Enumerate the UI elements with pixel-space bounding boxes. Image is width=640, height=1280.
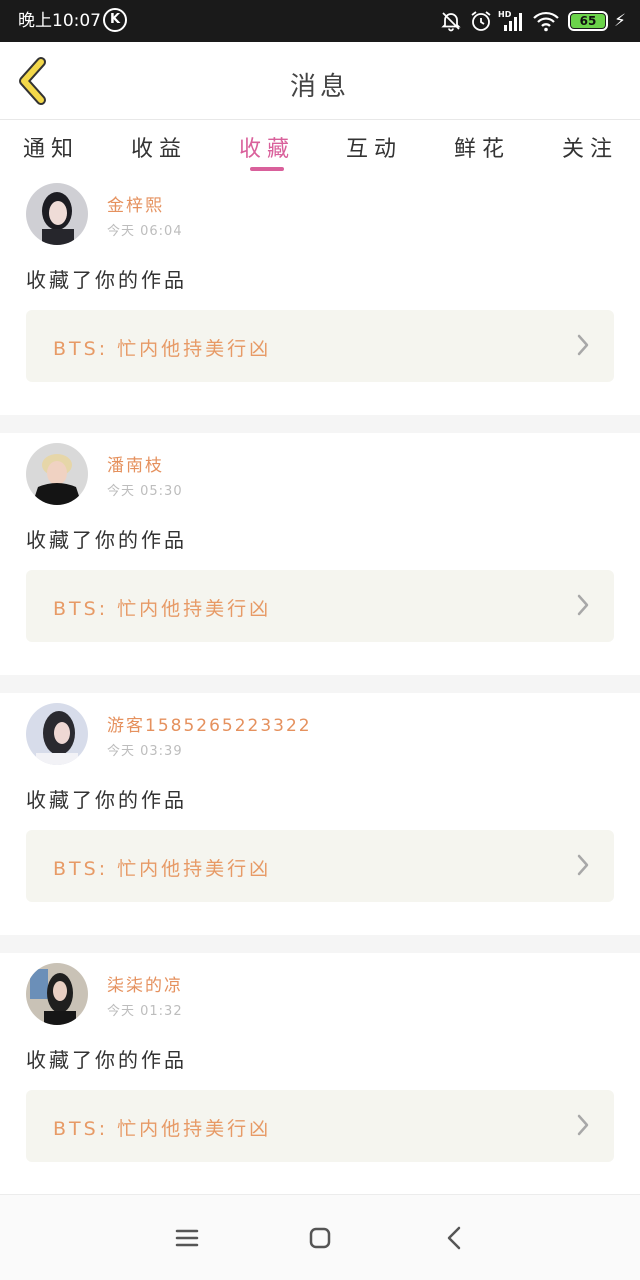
menu-icon [175,1229,199,1247]
avatar[interactable] [26,703,88,765]
tab-follows[interactable]: 关注 [545,131,635,163]
divider [0,415,640,433]
wifi-icon [533,11,559,32]
username[interactable]: 金梓熙 [107,191,164,216]
action-text: 收藏了你的作品 [26,268,187,292]
divider [0,935,640,953]
back-icon [447,1226,461,1250]
mute-bell-icon [441,12,461,32]
battery-level: 65 [571,14,605,28]
work-title: BTS: 忙内他持美行凶 [53,858,272,880]
tab-bar: 通知 收益 收藏 互动 鲜花 关注 [0,121,640,173]
svg-text:HD: HD [498,10,512,19]
work-link[interactable]: BTS: 忙内他持美行凶 [26,310,614,382]
page-title: 消息 [289,72,350,102]
list-item: 游客1585265223322 今天 03:39 收藏了你的作品 BTS: 忙内… [0,693,640,935]
action-text: 收藏了你的作品 [26,528,187,552]
timestamp: 今天 03:39 [107,744,183,759]
avatar[interactable] [26,443,88,505]
chevron-right-icon [577,334,589,356]
tab-favorites[interactable]: 收藏 [222,131,312,163]
app-badge-icon: K [103,8,127,32]
system-nav-bar [0,1194,640,1280]
timestamp: 今天 01:32 [107,1004,183,1019]
list-item: 柒柒的凉 今天 01:32 收藏了你的作品 BTS: 忙内他持美行凶 [0,953,640,1195]
action-text: 收藏了你的作品 [26,1048,187,1072]
action-text: 收藏了你的作品 [26,788,187,812]
header: 消息 [0,42,640,120]
home-icon [309,1227,331,1249]
username[interactable]: 游客1585265223322 [107,711,312,736]
work-title: BTS: 忙内他持美行凶 [53,338,272,360]
work-title: BTS: 忙内他持美行凶 [53,1118,272,1140]
divider [0,675,640,693]
tab-notifications[interactable]: 通知 [6,131,96,163]
tab-interactions[interactable]: 互动 [329,131,419,163]
chevron-right-icon [577,1114,589,1136]
work-link[interactable]: BTS: 忙内他持美行凶 [26,570,614,642]
chevron-right-icon [577,854,589,876]
list-item: 潘南枝 今天 05:30 收藏了你的作品 BTS: 忙内他持美行凶 [0,433,640,675]
home-button[interactable] [305,1223,335,1253]
tab-flowers[interactable]: 鲜花 [437,131,527,163]
timestamp: 今天 06:04 [107,224,183,239]
battery-icon: 65 [568,11,608,31]
tab-earnings[interactable]: 收益 [114,131,204,163]
avatar[interactable] [26,963,88,1025]
chevron-right-icon [577,594,589,616]
list-item: 金梓熙 今天 06:04 收藏了你的作品 BTS: 忙内他持美行凶 [0,173,640,415]
status-bar: 晚上10:07 K HD 65 ⚡ [0,0,640,42]
avatar[interactable] [26,183,88,245]
work-link[interactable]: BTS: 忙内他持美行凶 [26,830,614,902]
username[interactable]: 柒柒的凉 [107,971,183,996]
signal-hd-icon: HD [498,10,522,31]
timestamp: 今天 05:30 [107,484,183,499]
menu-button[interactable] [172,1223,202,1253]
work-link[interactable]: BTS: 忙内他持美行凶 [26,1090,614,1162]
alarm-icon [471,11,491,31]
status-time: 晚上10:07 [18,11,101,31]
system-back-button[interactable] [440,1223,470,1253]
active-tab-indicator [250,167,284,171]
username[interactable]: 潘南枝 [107,451,164,476]
charging-icon: ⚡ [614,11,626,31]
message-list: 金梓熙 今天 06:04 收藏了你的作品 BTS: 忙内他持美行凶 潘南枝 今天… [0,173,640,1213]
work-title: BTS: 忙内他持美行凶 [53,598,272,620]
